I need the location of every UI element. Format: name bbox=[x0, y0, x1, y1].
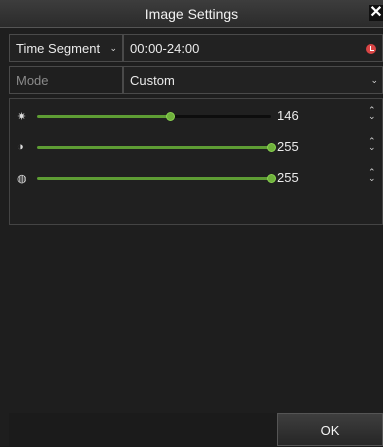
brightness-slider-row: ✷ 146 ⌃ ⌄ bbox=[10, 104, 382, 128]
contrast-icon: ◑ bbox=[17, 141, 24, 153]
chevron-down-icon: ⌄ bbox=[370, 75, 378, 85]
brightness-value: 146 bbox=[277, 108, 299, 123]
saturation-fill bbox=[37, 177, 271, 180]
clock-icon[interactable] bbox=[366, 44, 376, 54]
ok-button[interactable]: OK bbox=[277, 413, 383, 446]
brightness-spinner-icon[interactable]: ⌃ ⌄ bbox=[368, 106, 376, 121]
saturation-icon: ◍ bbox=[17, 173, 27, 185]
image-settings-window: Image Settings ✕ Time Segment ⌄ 00:00-24… bbox=[0, 0, 383, 446]
mode-row: Mode Custom ⌄ bbox=[9, 66, 383, 94]
close-icon[interactable]: ✕ bbox=[369, 5, 383, 21]
brightness-fill bbox=[37, 115, 171, 118]
saturation-value: 255 bbox=[277, 170, 299, 185]
contrast-spinner-icon[interactable]: ⌃ ⌄ bbox=[368, 137, 376, 152]
time-segment-row: Time Segment ⌄ 00:00-24:00 bbox=[9, 34, 383, 62]
mode-value: Custom bbox=[130, 73, 175, 88]
sun-icon: ✷ bbox=[17, 111, 27, 123]
chevron-down-icon: ⌄ bbox=[109, 43, 117, 53]
mode-label: Mode bbox=[16, 73, 49, 88]
time-segment-label: Time Segment bbox=[16, 41, 101, 56]
window-title: Image Settings bbox=[144, 6, 239, 22]
time-segment-field[interactable]: 00:00-24:00 bbox=[123, 34, 383, 62]
contrast-slider[interactable] bbox=[37, 143, 276, 152]
title-bar: Image Settings ✕ bbox=[0, 0, 383, 28]
time-segment-value: 00:00-24:00 bbox=[130, 41, 200, 56]
contrast-handle[interactable] bbox=[267, 143, 276, 152]
footer-bar: OK bbox=[9, 413, 383, 446]
saturation-spinner-icon[interactable]: ⌃ ⌄ bbox=[368, 168, 376, 183]
image-adjust-panel: ✷ 146 ⌃ ⌄ ◑ 255 ⌃ ⌄ ◍ 255 ⌃ ⌄ bbox=[9, 98, 383, 225]
saturation-handle[interactable] bbox=[267, 174, 276, 183]
saturation-slider-row: ◍ 255 ⌃ ⌄ bbox=[10, 166, 382, 190]
time-segment-dropdown[interactable]: Time Segment ⌄ bbox=[9, 34, 123, 62]
contrast-slider-row: ◑ 255 ⌃ ⌄ bbox=[10, 135, 382, 159]
contrast-value: 255 bbox=[277, 139, 299, 154]
brightness-slider[interactable] bbox=[37, 112, 271, 121]
brightness-handle[interactable] bbox=[166, 112, 176, 121]
mode-select[interactable]: Custom ⌄ bbox=[123, 66, 383, 94]
contrast-fill bbox=[37, 146, 271, 149]
mode-label-cell: Mode bbox=[9, 66, 123, 94]
saturation-slider[interactable] bbox=[37, 174, 276, 183]
